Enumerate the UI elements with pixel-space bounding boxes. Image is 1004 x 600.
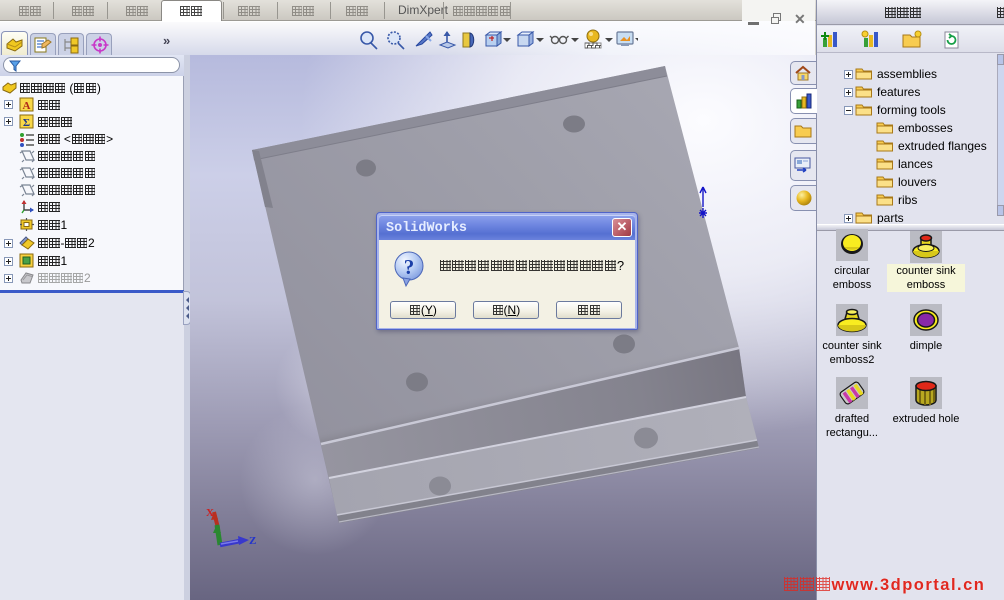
svg-text:A: A: [23, 100, 31, 112]
svg-text:?: ?: [404, 255, 415, 279]
svg-text:Z: Z: [249, 535, 256, 547]
svg-text:X: X: [206, 507, 214, 519]
svg-text:Σ: Σ: [23, 117, 30, 129]
